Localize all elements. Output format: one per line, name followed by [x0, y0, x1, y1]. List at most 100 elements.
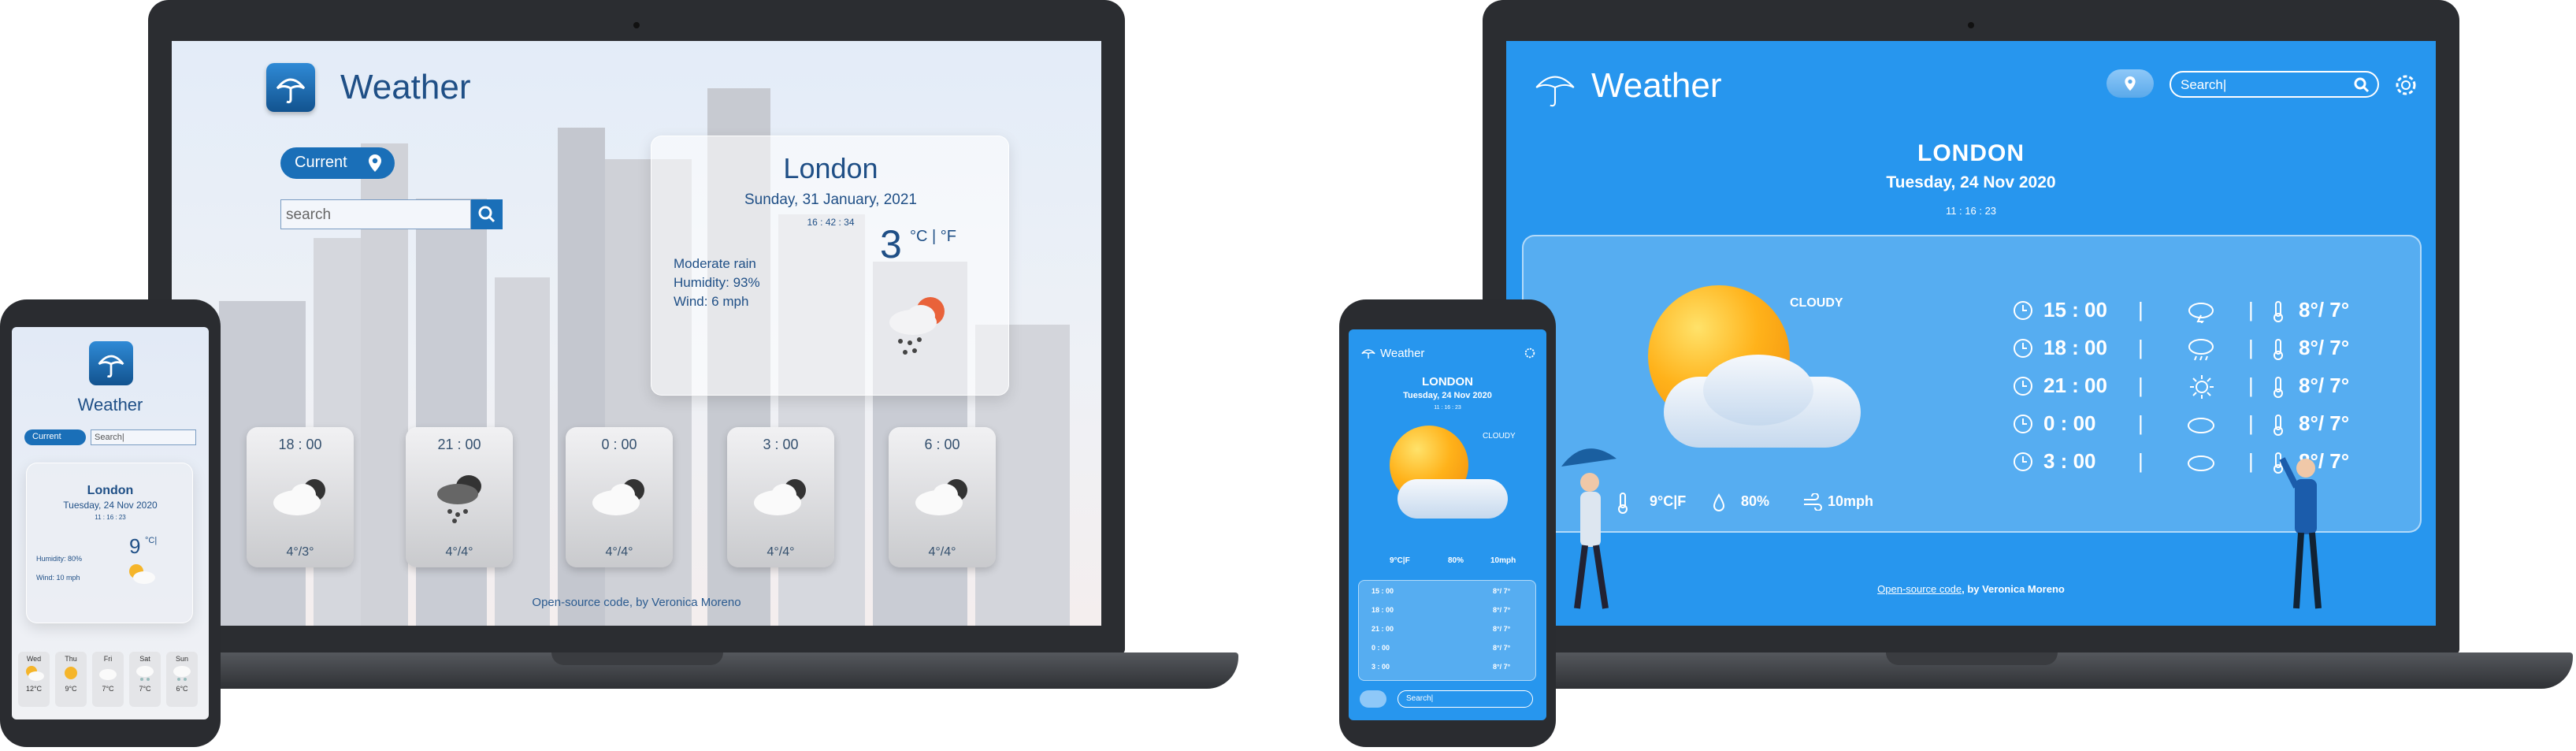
cloudy-icon	[754, 479, 806, 515]
thermometer-icon	[2273, 301, 2283, 322]
separator: |	[2248, 449, 2254, 473]
humidity-text: Humidity: 80%	[36, 555, 83, 563]
phone-light-screen: Weather Current Search| London Tuesday, …	[12, 327, 209, 719]
hour-temp: 8°/ 7°	[1493, 625, 1511, 633]
app-title: Weather	[77, 395, 143, 415]
day-temp: 9°C	[65, 685, 77, 693]
current-wind: 10mph	[1828, 493, 1874, 509]
cloud-icon	[99, 669, 117, 680]
day-temp: 7°C	[102, 685, 114, 693]
day-label: Sun	[175, 655, 188, 663]
date-text: Tuesday, 24 Nov 2020	[1886, 173, 2056, 191]
clock-icon	[2014, 339, 2032, 358]
laptop-blue-notch	[1886, 652, 2058, 665]
current-weather-card: London Sunday, 31 January, 2021 16 : 42 …	[651, 136, 1009, 396]
unit-toggle[interactable]: °C | °F	[910, 228, 956, 246]
hour-temp: 8°/ 7°	[2299, 411, 2350, 435]
hour-temp: 8°/ 7°	[1493, 587, 1511, 595]
day-forecast-card: Wed 12°C	[18, 652, 50, 707]
sun-icon	[65, 667, 77, 679]
condition-text: CLOUDY	[1483, 432, 1516, 441]
forecast-card: 18 : 00 4°/3°	[247, 427, 354, 567]
wind-text: Wind: 10 mph	[36, 574, 80, 582]
person-umbrella-illustration	[1561, 448, 1616, 609]
hour-time: 21 : 00	[1372, 625, 1394, 633]
humidity-text: Humidity: 93%	[674, 275, 760, 290]
laptop-light-screen: Weather Current search London Sunday, 31…	[172, 41, 1101, 626]
forecast-time: 6 : 00	[924, 437, 960, 452]
hourly-row: 0 : 00 | | 8°/ 7°	[2012, 410, 2390, 441]
current-wind: 10mph	[1490, 556, 1516, 565]
hourly-row: 21 : 00 | | 8°/ 7°	[2012, 372, 2390, 403]
temperature-value: 9	[129, 534, 141, 558]
search-input[interactable]: Search|	[1397, 690, 1533, 708]
time-text: 11 : 16 : 23	[95, 514, 126, 521]
search-placeholder: search	[286, 206, 332, 223]
time-text: 11 : 16 : 23	[1434, 405, 1461, 411]
wind-icon	[1804, 493, 1822, 511]
cloud-icon	[1703, 355, 1813, 426]
cloudy-icon	[592, 479, 644, 515]
clock-icon	[2014, 452, 2032, 471]
current-location-button[interactable]: Current	[280, 147, 395, 179]
laptop-light-notch	[551, 652, 723, 665]
location-button[interactable]	[2106, 69, 2154, 98]
gear-icon[interactable]	[1524, 347, 1536, 359]
search-input[interactable]: Search|	[91, 429, 196, 445]
day-temp: 12°C	[25, 685, 43, 693]
temperature-value: 3	[880, 222, 902, 266]
city-name: London	[783, 152, 878, 184]
footer-author: , by Veronica Moreno	[1962, 583, 2065, 595]
footer: Open-source code, by Veronica Moreno	[172, 596, 1101, 609]
forecast-time: 3 : 00	[763, 437, 799, 452]
day-label: Fri	[103, 655, 113, 663]
search-input[interactable]: search	[280, 199, 471, 229]
separator: |	[2248, 298, 2254, 322]
city-name: London	[87, 484, 134, 497]
forecast-time: 18 : 00	[278, 437, 322, 452]
date-text: Sunday, 31 January, 2021	[744, 191, 917, 208]
hour-time: 15 : 00	[2043, 298, 2107, 322]
unit-toggle[interactable]: °C|	[145, 536, 157, 545]
hour-temp: 8°/ 7°	[2299, 374, 2350, 397]
storm-cloud-icon	[2188, 303, 2214, 323]
current-humidity: 80%	[1741, 493, 1770, 509]
open-source-link[interactable]: Open-source code	[532, 596, 629, 609]
hour-time: 21 : 00	[2043, 374, 2107, 397]
time-text: 11 : 16 : 23	[1945, 205, 1997, 217]
umbrella-logo-icon	[266, 63, 315, 112]
location-button[interactable]	[1360, 690, 1386, 708]
cloudy-icon	[915, 479, 967, 515]
search-icon	[478, 206, 496, 223]
separator: |	[2138, 449, 2144, 473]
app-title: Weather	[340, 68, 471, 106]
footer-author: , by Veronica Moreno	[629, 596, 741, 609]
snow-icon	[173, 666, 191, 681]
forecast-time: 0 : 00	[601, 437, 637, 452]
city-name: LONDON	[1917, 140, 2025, 166]
forecast-time: 21 : 00	[437, 437, 481, 452]
rain-icon	[437, 475, 481, 523]
day-label: Thu	[65, 655, 77, 663]
open-source-link[interactable]: Open-source code	[1877, 583, 1962, 595]
forecast-card: 6 : 00 4°/4°	[889, 427, 996, 567]
search-input[interactable]: Search|	[2170, 71, 2379, 98]
hourly-row: 15 : 00 | | 8°/ 7°	[2012, 296, 2390, 328]
search-icon[interactable]	[2354, 77, 2370, 93]
cloud-icon	[1397, 479, 1508, 519]
forecast-temp: 4°/4°	[605, 545, 633, 559]
separator: |	[2138, 411, 2144, 435]
laptop-blue-screen: Weather Search| LONDON Tuesday, 24 Nov 2…	[1506, 41, 2436, 626]
forecast-card: 0 : 00 4°/4°	[566, 427, 673, 567]
gear-icon[interactable]	[2392, 71, 2420, 99]
current-location-button[interactable]: Current	[24, 429, 86, 445]
hour-time: 0 : 00	[2043, 411, 2096, 435]
clock-icon	[2014, 415, 2032, 433]
person-waving-illustration	[2279, 457, 2322, 609]
search-button[interactable]	[471, 199, 503, 229]
hour-temp: 8°/ 7°	[1493, 644, 1511, 652]
time-text: 16 : 42 : 34	[807, 217, 855, 228]
condition-text: Moderate rain	[674, 256, 756, 271]
hourly-row: 18 : 00 | | 8°/ 7°	[2012, 334, 2390, 366]
forecast-temp: 4°/4°	[766, 545, 795, 559]
